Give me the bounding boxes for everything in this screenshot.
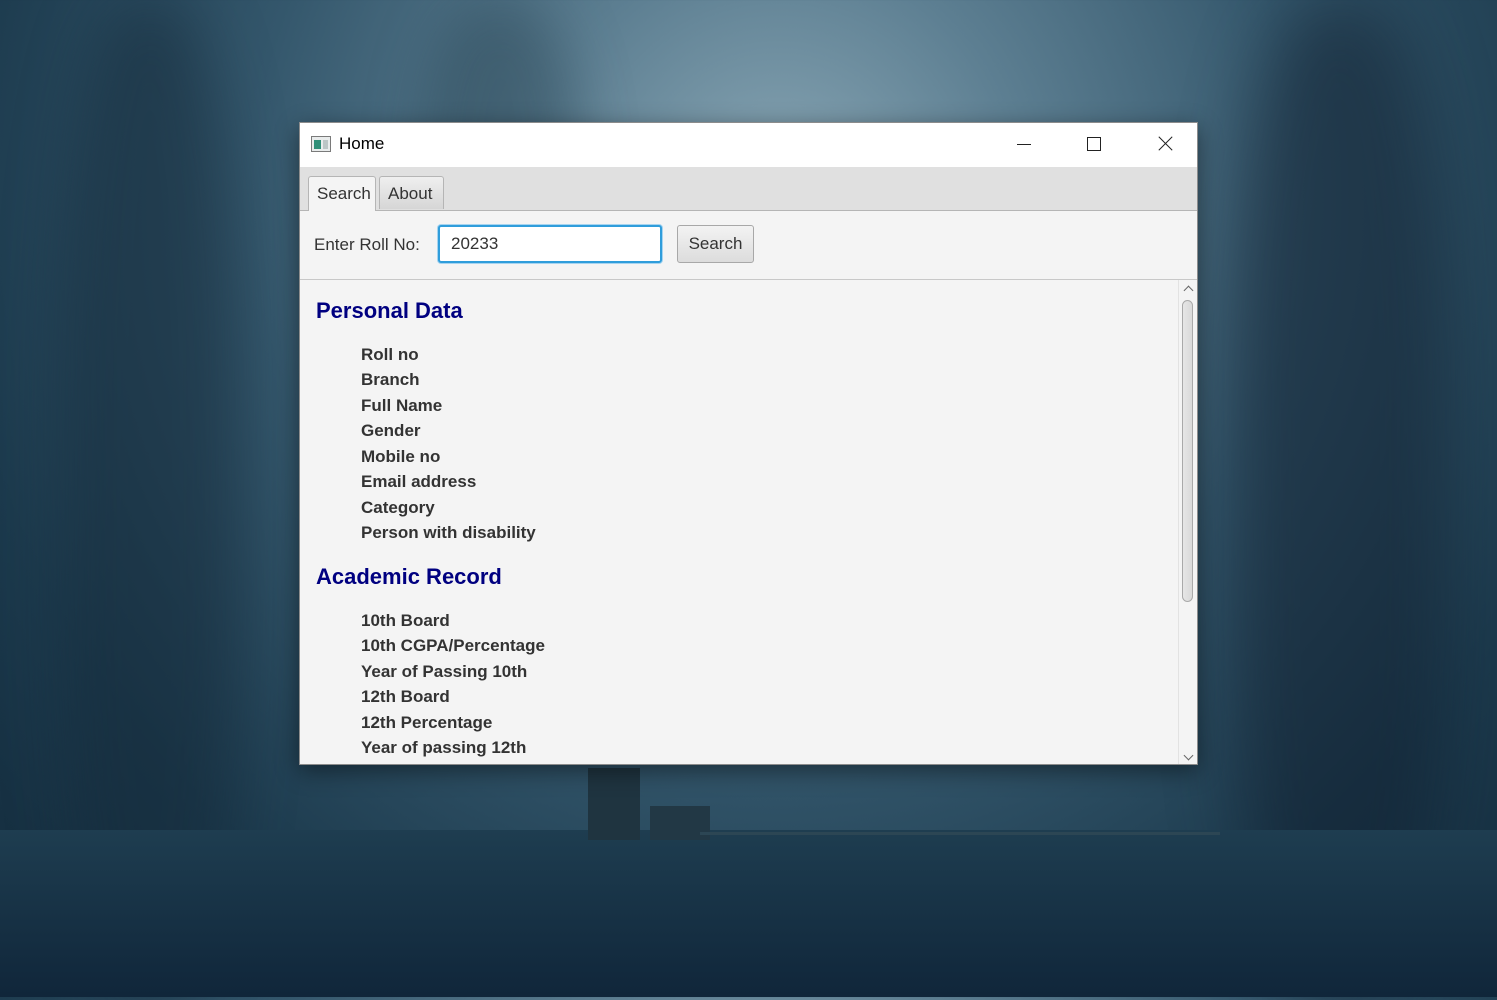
tab-search[interactable]: Search bbox=[308, 176, 376, 211]
scrollbar-thumb[interactable] bbox=[1182, 300, 1193, 602]
maximize-icon[interactable] bbox=[1058, 123, 1128, 167]
section-title-academic-record: Academic Record bbox=[316, 564, 502, 589]
field-label: Roll no bbox=[361, 345, 419, 364]
field-label: Year of passing 12th bbox=[361, 738, 527, 757]
field-label: 12th Board bbox=[361, 687, 450, 706]
vertical-scrollbar[interactable] bbox=[1178, 280, 1197, 764]
field-label: Person with disability bbox=[361, 523, 536, 542]
field-label: Mobile no bbox=[361, 447, 441, 466]
roll-no-input[interactable] bbox=[438, 225, 662, 263]
field-label: Category bbox=[361, 498, 435, 517]
wallpaper-tower bbox=[588, 768, 640, 840]
scroll-up-arrow-icon[interactable] bbox=[1183, 284, 1193, 294]
section-title-personal-data: Personal Data bbox=[316, 298, 463, 323]
field-label: Year of Passing 10th bbox=[361, 662, 528, 681]
search-row: Enter Roll No: Search bbox=[300, 211, 1197, 280]
field-label: Gender bbox=[361, 421, 421, 440]
field-label: 12th Percentage bbox=[361, 713, 493, 732]
details-scroll-pane[interactable]: Personal Data Roll no Branch Full Name G… bbox=[300, 280, 1179, 764]
tab-bar: Search About bbox=[300, 167, 1197, 211]
field-label: Branch bbox=[361, 370, 420, 389]
search-button[interactable]: Search bbox=[677, 225, 754, 263]
field-label: Email address bbox=[361, 472, 477, 491]
close-icon[interactable] bbox=[1128, 123, 1198, 167]
title-bar[interactable]: Home bbox=[300, 123, 1197, 167]
scroll-down-arrow-icon[interactable] bbox=[1183, 752, 1193, 762]
tab-about[interactable]: About bbox=[379, 176, 444, 209]
field-label: Full Name bbox=[361, 396, 443, 415]
roll-no-label: Enter Roll No: bbox=[314, 235, 420, 254]
app-icon bbox=[311, 136, 331, 152]
minimize-icon[interactable] bbox=[988, 123, 1058, 167]
wallpaper-ground bbox=[0, 830, 1497, 997]
wallpaper-rail bbox=[700, 832, 1220, 835]
field-label: 10th Board bbox=[361, 611, 450, 630]
window-title: Home bbox=[339, 134, 385, 153]
field-label: 10th CGPA/Percentage bbox=[361, 636, 545, 655]
app-window: Home Search About Enter Roll No: Search … bbox=[299, 122, 1198, 765]
